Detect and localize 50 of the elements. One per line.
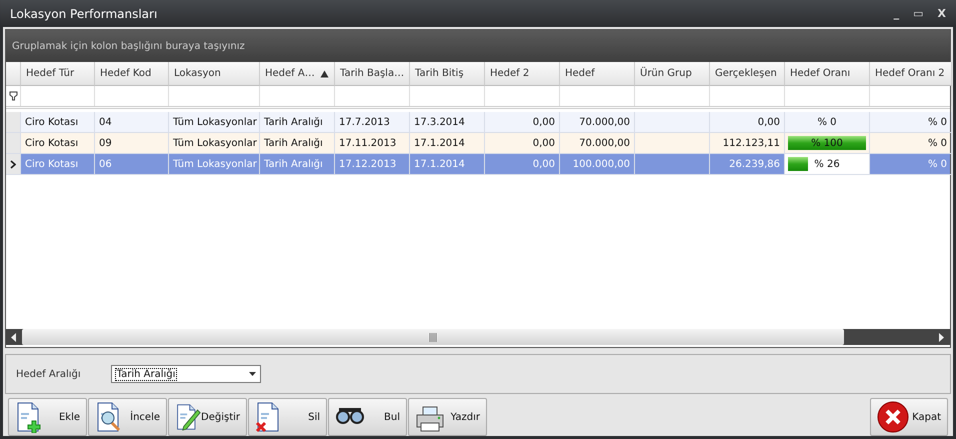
column-header[interactable]: Hedef Oranı xyxy=(785,62,870,86)
action-button[interactable]: Yazdır xyxy=(408,398,487,436)
maximize-button[interactable]: ▭ xyxy=(913,7,924,20)
column-header[interactable]: Lokasyon xyxy=(169,62,260,86)
row-pointer-icon xyxy=(10,160,16,168)
action-button[interactable]: Bul xyxy=(328,398,407,436)
rate-text: % 26 xyxy=(814,158,840,170)
table-row[interactable]: Ciro Kotası 04 Tüm Lokasyonlar Tarih Aralığı 17.7.2013 17.3.2014 0,00 70.000,00 0,00 % 0 % 0 xyxy=(6,112,950,133)
dropdown-arrow-icon xyxy=(248,372,256,376)
table-cell: 06 xyxy=(95,154,169,175)
column-header[interactable]: Hedef Kod xyxy=(95,62,169,86)
close-button[interactable]: X xyxy=(938,7,946,20)
table-row[interactable]: Ciro Kotası 09 Tüm Lokasyonlar Tarih Aralığı 17.11.2013 17.1.2014 0,00 70.000,00 112.123,11 % 100 % 0 xyxy=(6,133,950,154)
sort-ascending-icon xyxy=(320,70,329,78)
table-cell: Ciro Kotası xyxy=(21,154,95,175)
range-dropdown[interactable]: Tarih Aralığı xyxy=(110,365,261,383)
binoculars-icon xyxy=(335,407,365,427)
action-button[interactable]: İncele xyxy=(88,398,167,436)
group-hint: Gruplamak için kolon başlığını buraya taşıyınız xyxy=(12,40,245,52)
column-header[interactable]: Gerçekleşen xyxy=(710,62,785,86)
table-cell: 17.1.2014 xyxy=(410,154,485,175)
close-button[interactable]: Kapat xyxy=(870,398,948,436)
rate-text: % 100 xyxy=(811,138,843,148)
filter-label: Hedef Aralığı xyxy=(16,368,81,380)
column-header[interactable]: Tarih Başla… xyxy=(335,62,410,86)
action-button[interactable]: Sil xyxy=(248,398,327,436)
minimize-button[interactable]: _ xyxy=(894,7,900,20)
column-header[interactable]: Ürün Grup xyxy=(635,62,710,86)
header-corner xyxy=(6,62,21,86)
action-button[interactable]: Ekle xyxy=(8,398,87,436)
table-cell: 100.000,00 xyxy=(560,154,635,175)
rate-text: % 0 xyxy=(817,116,837,128)
column-header[interactable]: Tarih Bitiş xyxy=(410,62,485,86)
window-title: Lokasyon Performansları xyxy=(10,6,158,20)
table-row[interactable]: Ciro Kotası 06 Tüm Lokasyonlar Tarih Aralığı 17.12.2013 17.1.2014 0,00 100.000,00 26.239,86 % 26 % 0 xyxy=(6,154,950,175)
action-button[interactable]: Değiştir xyxy=(168,398,247,436)
column-header[interactable]: Hedef xyxy=(560,62,635,86)
column-header[interactable]: Hedef Tür xyxy=(21,62,95,86)
table-cell: 17.12.2013 xyxy=(335,154,410,175)
grip-icon xyxy=(429,332,437,342)
table-cell: Tüm Lokasyonlar xyxy=(169,154,260,175)
column-header[interactable]: Hedef 2 xyxy=(485,62,560,86)
table-cell: 0,00 xyxy=(485,154,560,175)
filter-icon xyxy=(8,91,18,101)
table-cell: % 0 xyxy=(870,154,952,175)
column-header[interactable]: Hedef Oranı 2 xyxy=(870,62,952,86)
close-icon xyxy=(877,401,909,433)
column-header[interactable]: Hedef A… xyxy=(260,62,335,86)
row-indicator[interactable] xyxy=(6,154,21,175)
table-cell: Tarih Aralığı xyxy=(260,154,335,175)
